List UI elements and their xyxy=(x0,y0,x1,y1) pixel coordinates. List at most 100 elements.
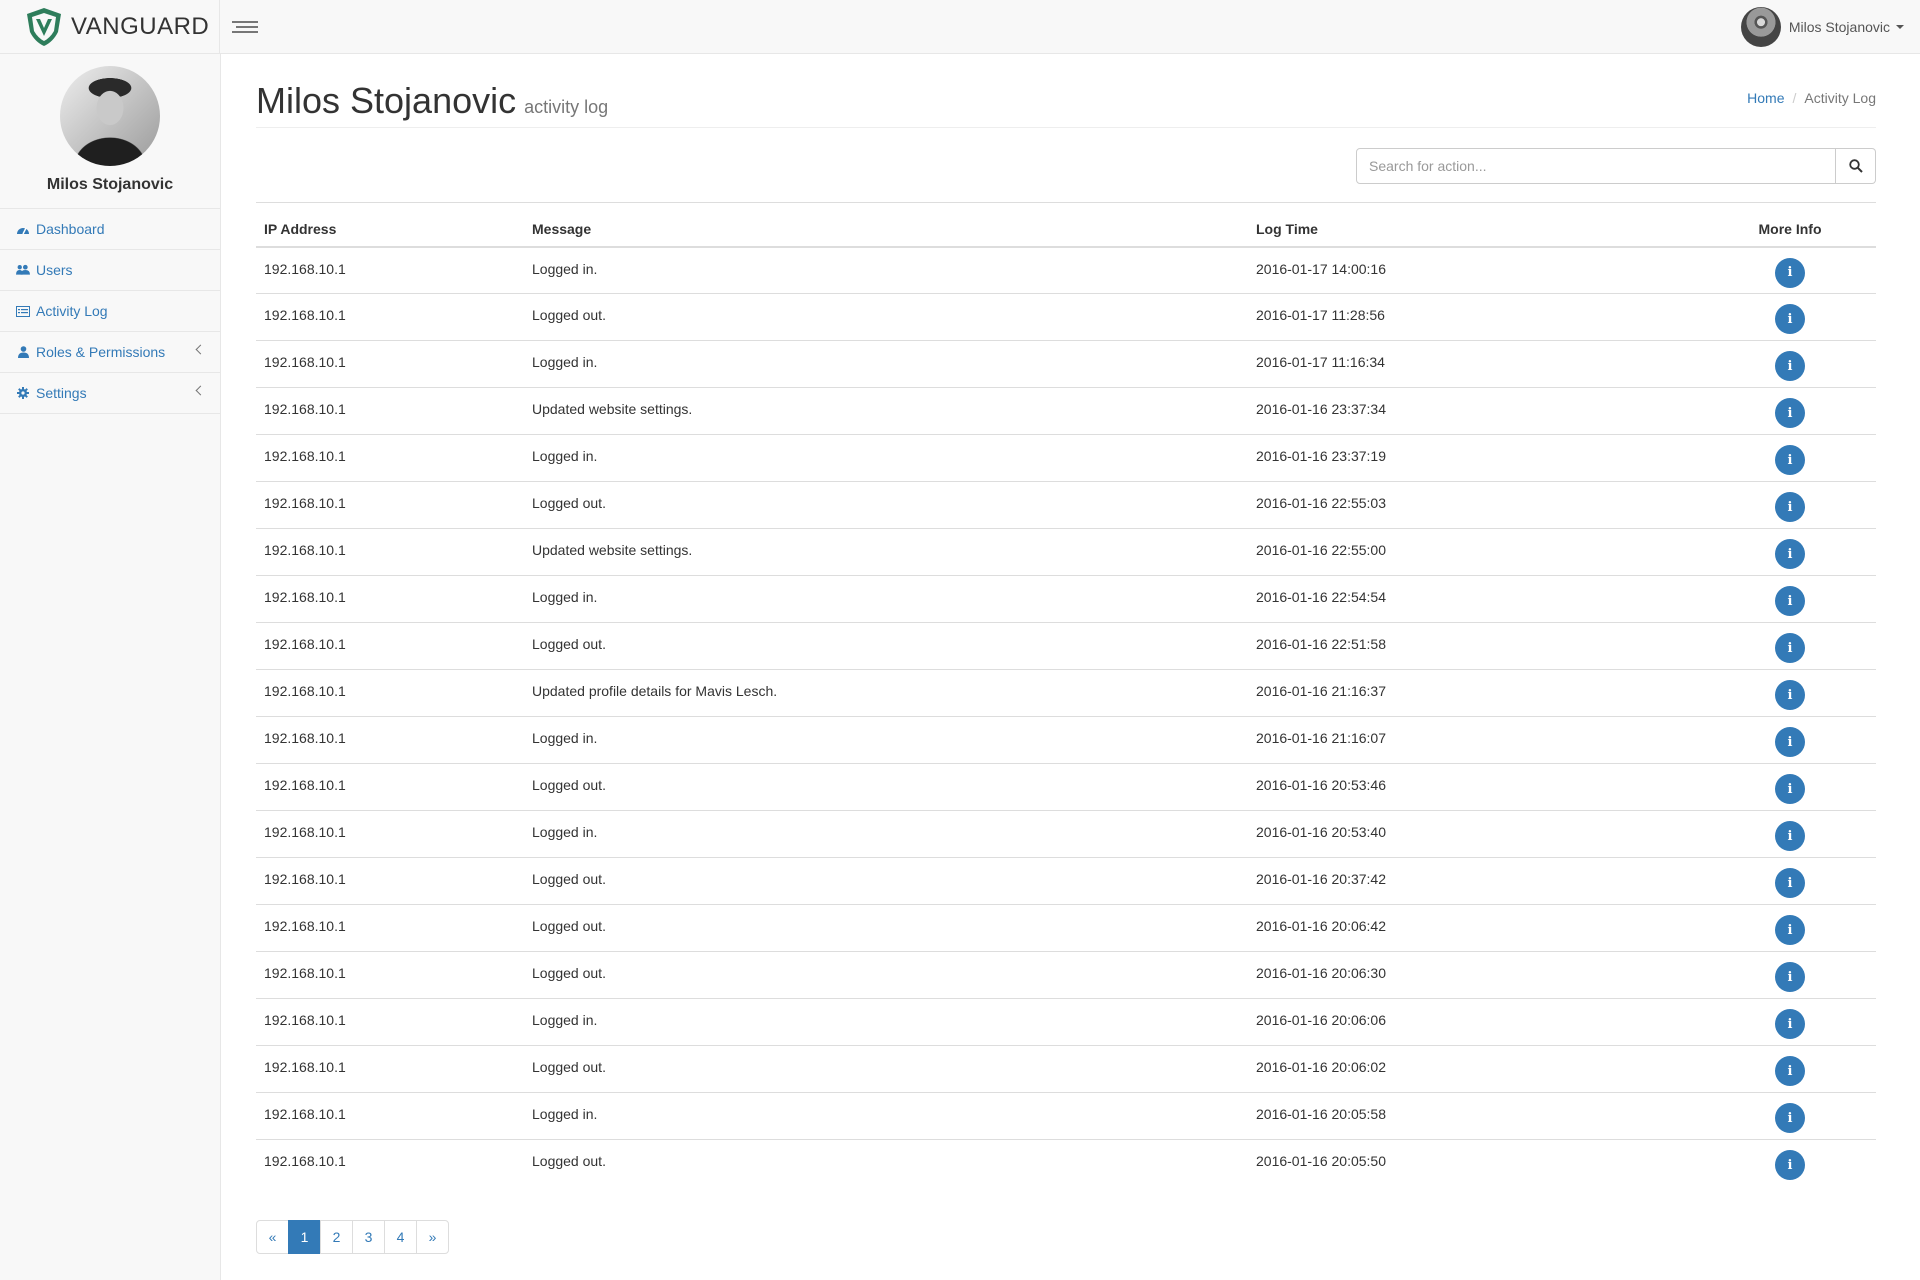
info-icon[interactable]: i xyxy=(1775,680,1805,710)
table-body: 192.168.10.1 Logged in. 2016-01-17 14:00:1… xyxy=(256,247,1876,1187)
info-icon[interactable]: i xyxy=(1775,586,1805,616)
sidebar-item-roles-permissions[interactable]: Roles & Permissions xyxy=(0,332,220,373)
ip-cell: 192.168.10.1 xyxy=(256,1139,524,1187)
sidebar-item-users[interactable]: Users xyxy=(0,250,220,291)
info-icon[interactable]: i xyxy=(1775,398,1805,428)
profile-avatar[interactable] xyxy=(60,66,160,166)
info-icon[interactable]: i xyxy=(1775,774,1805,804)
message-cell: Logged out. xyxy=(524,857,1248,905)
column-header-ip: IP Address xyxy=(256,202,524,248)
sidebar-item-label: Roles & Permissions xyxy=(36,344,166,360)
info-icon[interactable]: i xyxy=(1775,1056,1805,1086)
gear-icon xyxy=(16,386,30,400)
log-time-cell: 2016-01-16 22:54:54 xyxy=(1248,575,1704,623)
info-icon[interactable]: i xyxy=(1775,1103,1805,1133)
info-icon[interactable]: i xyxy=(1775,1150,1805,1180)
info-icon[interactable]: i xyxy=(1775,915,1805,945)
sidebar: Milos Stojanovic Dashboard Users Activit… xyxy=(0,54,221,1280)
sidebar-toggle-button[interactable] xyxy=(232,16,258,38)
table-row: 192.168.10.1 Logged in. 2016-01-16 21:16:0… xyxy=(256,716,1876,764)
info-icon[interactable]: i xyxy=(1775,633,1805,663)
message-cell: Logged out. xyxy=(524,293,1248,341)
log-time-cell: 2016-01-16 22:51:58 xyxy=(1248,622,1704,670)
info-icon[interactable]: i xyxy=(1775,492,1805,522)
table-row: 192.168.10.1 Logged in. 2016-01-16 22:54:5… xyxy=(256,575,1876,623)
info-icon[interactable]: i xyxy=(1775,821,1805,851)
breadcrumb-separator: / xyxy=(1792,90,1797,106)
ip-cell: 192.168.10.1 xyxy=(256,669,524,717)
info-icon[interactable]: i xyxy=(1775,351,1805,381)
ip-cell: 192.168.10.1 xyxy=(256,998,524,1046)
log-time-cell: 2016-01-17 11:28:56 xyxy=(1248,293,1704,341)
message-cell: Logged out. xyxy=(524,1045,1248,1093)
message-cell: Logged out. xyxy=(524,904,1248,952)
message-cell: Logged in. xyxy=(524,1092,1248,1140)
log-time-cell: 2016-01-16 20:53:46 xyxy=(1248,763,1704,811)
ip-cell: 192.168.10.1 xyxy=(256,434,524,482)
ip-cell: 192.168.10.1 xyxy=(256,528,524,576)
breadcrumb-home-link[interactable]: Home xyxy=(1747,90,1784,106)
menu-icon xyxy=(232,21,258,23)
top-navbar: VANGUARD Milos Stojanovic xyxy=(0,0,1920,54)
ip-cell: 192.168.10.1 xyxy=(264,260,346,277)
table-row: 192.168.10.1 Logged in. 2016-01-16 20:06:0… xyxy=(256,998,1876,1046)
info-icon[interactable]: i xyxy=(1775,304,1805,334)
table-header-row: IP Address Message Log Time More Info xyxy=(256,202,1876,248)
pagination-prev[interactable]: « xyxy=(256,1220,289,1254)
user-menu-dropdown[interactable]: Milos Stojanovic xyxy=(1740,6,1904,48)
ip-cell: 192.168.10.1 xyxy=(256,763,524,811)
pagination-page-4[interactable]: 4 xyxy=(384,1220,417,1254)
more-info-cell: i xyxy=(1704,247,1876,294)
ip-cell: 192.168.10.1 xyxy=(256,810,524,858)
message-cell: Logged in. xyxy=(532,260,598,277)
info-icon[interactable]: i xyxy=(1775,257,1805,288)
pagination-page-3[interactable]: 3 xyxy=(352,1220,385,1254)
navbar-avatar xyxy=(1740,7,1781,47)
info-icon[interactable]: i xyxy=(1775,727,1805,757)
column-header-message: Message xyxy=(524,202,1248,248)
table-row: 192.168.10.1 Logged out. 2016-01-16 20:53:… xyxy=(256,763,1876,811)
ip-cell: 192.168.10.1 xyxy=(256,293,524,341)
sidebar-profile: Milos Stojanovic xyxy=(0,54,220,194)
search-input[interactable] xyxy=(1356,148,1836,184)
table-row: 192.168.10.1 Logged in. 2016-01-17 14:00:1… xyxy=(256,247,1876,294)
info-icon[interactable]: i xyxy=(1775,868,1805,898)
column-header-log-time: Log Time xyxy=(1248,202,1704,248)
message-cell: Logged out. xyxy=(524,951,1248,999)
table-row: 192.168.10.1 Logged out. 2016-01-16 22:51:… xyxy=(256,622,1876,670)
chevron-left-icon xyxy=(195,344,206,355)
more-info-cell: i xyxy=(1704,434,1876,482)
message-cell: Logged out. xyxy=(524,763,1248,811)
log-time-cell: 2016-01-16 20:06:42 xyxy=(1248,904,1704,952)
ip-cell: 192.168.10.1 xyxy=(256,340,524,388)
message-cell: Updated profile details for Mavis Lesch. xyxy=(524,669,1248,717)
sidebar-item-label: Activity Log xyxy=(36,303,108,319)
user-icon xyxy=(16,345,30,359)
sidebar-item-settings[interactable]: Settings xyxy=(0,373,220,414)
pagination-next[interactable]: » xyxy=(416,1220,449,1254)
search-icon xyxy=(1848,159,1863,173)
sidebar-item-activity-log[interactable]: Activity Log xyxy=(0,291,220,332)
more-info-cell: i xyxy=(1704,622,1876,670)
navbar-username: Milos Stojanovic xyxy=(1788,19,1890,35)
info-icon[interactable]: i xyxy=(1775,1009,1805,1039)
brand[interactable]: VANGUARD xyxy=(0,0,220,53)
sidebar-item-label: Settings xyxy=(36,385,87,401)
table-row: 192.168.10.1 Logged out. 2016-01-16 20:06:… xyxy=(256,904,1876,952)
info-icon[interactable]: i xyxy=(1775,962,1805,992)
ip-cell: 192.168.10.1 xyxy=(256,857,524,905)
message-cell: Logged out. xyxy=(524,1139,1248,1187)
search-button[interactable] xyxy=(1836,148,1876,184)
message-cell: Logged in. xyxy=(524,998,1248,1046)
info-icon[interactable]: i xyxy=(1775,445,1805,475)
log-time-cell: 2016-01-16 20:37:42 xyxy=(1248,857,1704,905)
pagination-page-1[interactable]: 1 xyxy=(288,1220,321,1254)
log-time-cell: 2016-01-16 20:06:06 xyxy=(1248,998,1704,1046)
pagination-page-2[interactable]: 2 xyxy=(320,1220,353,1254)
info-icon[interactable]: i xyxy=(1775,539,1805,569)
column-header-more-info: More Info xyxy=(1704,202,1876,248)
more-info-cell: i xyxy=(1704,481,1876,529)
sidebar-item-dashboard[interactable]: Dashboard xyxy=(0,209,220,250)
breadcrumb: Home / Activity Log xyxy=(1747,90,1876,106)
message-cell: Logged in. xyxy=(524,810,1248,858)
